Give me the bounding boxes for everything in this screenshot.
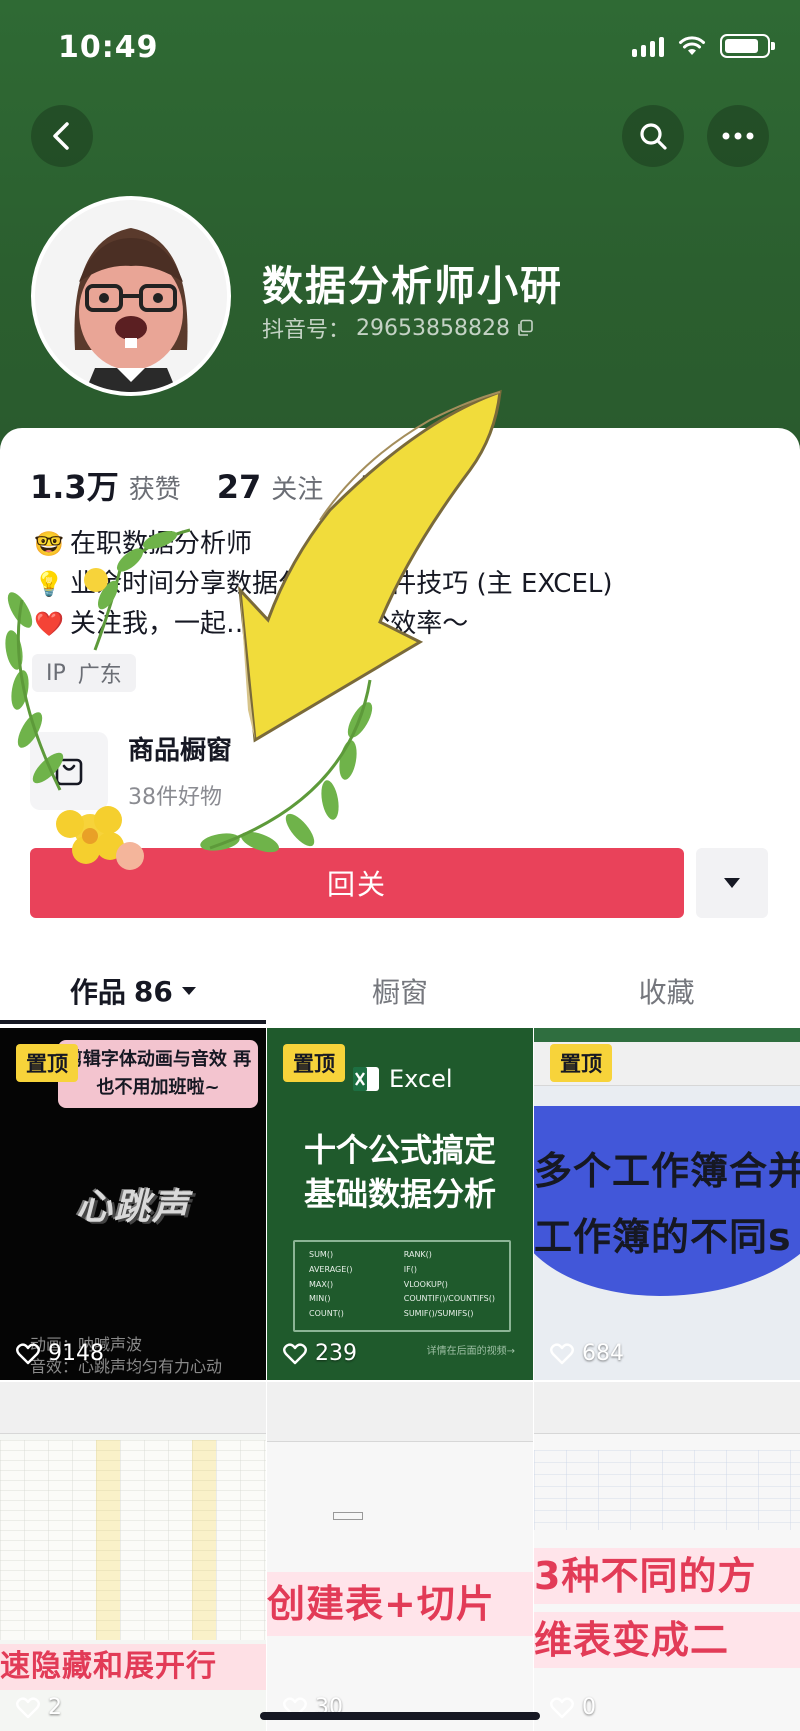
heart-outline-icon (550, 1696, 574, 1718)
tab-active-indicator (0, 1020, 266, 1024)
cellular-signal-icon (632, 35, 664, 57)
likes-count: 684 (582, 1341, 624, 1366)
tab-works[interactable]: 作品 86 (0, 960, 267, 1022)
tab-works-label: 作品 (69, 976, 126, 1009)
video-tile[interactable]: 速隐藏和展开行 2 (0, 1382, 266, 1731)
more-options-button[interactable] (707, 105, 769, 167)
formula-item: SUMIF()/SUMIFS() (403, 1309, 474, 1319)
profile-id: 抖音号： 29653858828 (262, 312, 534, 344)
video-title: 十个公式搞定 基础数据分析 (267, 1128, 533, 1216)
video-likes: 2 (16, 1695, 62, 1720)
profile-tabs: 作品 86 橱窗 收藏 (0, 960, 800, 1022)
video-overlay-text: 3种不同的方 (534, 1548, 800, 1604)
formula-item: VLOOKUP() (403, 1279, 448, 1289)
formula-item: COUNTIF()/COUNTIFS() (403, 1294, 495, 1304)
video-likes: 9148 (16, 1341, 104, 1366)
video-overlay-text: 维表变成二 (534, 1612, 800, 1668)
triangle-down-icon (181, 987, 196, 995)
search-button[interactable] (622, 105, 684, 167)
heart-outline-icon (16, 1342, 40, 1364)
video-title-line: 基础数据分析 (303, 1175, 496, 1213)
formula-item: IF() (403, 1264, 417, 1274)
status-icons (632, 34, 775, 58)
tab-favorites[interactable]: 收藏 (533, 960, 800, 1022)
heart-outline-icon (550, 1342, 574, 1364)
video-overlay-text: 多个工作簿合并 (534, 1149, 800, 1193)
likes-count: 0 (582, 1695, 596, 1720)
home-indicator[interactable] (260, 1712, 540, 1720)
pinned-badge: 置顶 (550, 1044, 612, 1082)
video-tile[interactable]: 置顶 剪辑字体动画与音效 再也不用加班啦~ 心跳声 动画：呐喊声波 音效：心跳声… (0, 1028, 266, 1380)
spreadsheet-titlebar (534, 1028, 800, 1042)
spreadsheet-ribbon (0, 1382, 266, 1434)
formula-list: SUM() RANK() AVERAGE() IF() MAX() VLOOKU… (293, 1240, 511, 1332)
spreadsheet-ribbon (534, 1382, 800, 1434)
video-background-band (534, 1106, 800, 1296)
video-tile[interactable]: 置顶 多个工作簿合并 工作簿的不同s 684 (534, 1028, 800, 1380)
copy-icon[interactable] (516, 319, 534, 337)
video-likes: 684 (550, 1341, 624, 1366)
heart-outline-icon (16, 1696, 40, 1718)
video-likes: 239 (283, 1341, 357, 1366)
profile-id-value: 29653858828 (356, 315, 510, 341)
video-likes: 0 (550, 1695, 596, 1720)
profile-id-label: 抖音号： (262, 318, 351, 343)
excel-label: Excel (389, 1065, 453, 1093)
formula-item: MAX() (309, 1279, 334, 1289)
profile-name: 数据分析师小研 (262, 262, 563, 310)
pinned-badge: 置顶 (283, 1044, 345, 1082)
chevron-left-icon (53, 122, 69, 150)
formula-item: MIN() (309, 1294, 331, 1304)
spreadsheet-shape (333, 1512, 363, 1520)
video-center-text: 心跳声 (75, 1187, 190, 1228)
status-bar: 10:49 (0, 0, 800, 96)
tab-shop-window[interactable]: 橱窗 (267, 960, 534, 1022)
video-tile[interactable]: 置顶 Excel 十个公式搞定 基础数据分析 SUM() RANK() AVER… (267, 1028, 533, 1380)
arrow-wreath-sticker (5, 389, 502, 870)
tab-favorites-label: 收藏 (638, 976, 695, 1009)
recommend-dropdown-button[interactable] (696, 848, 768, 918)
search-icon (640, 123, 667, 150)
more-dots-icon (722, 132, 754, 140)
avatar-image (35, 200, 227, 392)
excel-icon (353, 1067, 379, 1091)
avatar[interactable] (31, 196, 231, 396)
video-tile[interactable]: 创建表+切片 30 (267, 1382, 533, 1731)
status-time: 10:49 (58, 30, 159, 65)
likes-count: 239 (315, 1341, 357, 1366)
video-note: 详情在后面的视频→ (426, 1346, 515, 1357)
formula-item: AVERAGE() (309, 1264, 353, 1274)
pinned-badge: 置顶 (16, 1044, 78, 1082)
video-overlay-text: 创建表+切片 (267, 1572, 533, 1636)
formula-item: COUNT() (309, 1309, 344, 1319)
spreadsheet-ribbon (267, 1382, 533, 1442)
video-tile[interactable]: 3种不同的方 维表变成二 0 (534, 1382, 800, 1731)
spreadsheet-grid (534, 1450, 800, 1530)
battery-level (725, 39, 758, 53)
excel-logo: Excel (351, 1064, 453, 1094)
formula-item: RANK() (403, 1250, 432, 1259)
back-button[interactable] (31, 105, 93, 167)
video-banner-text: 剪辑字体动画与音效 再也不用加班啦~ (58, 1040, 258, 1108)
video-title-line: 十个公式搞定 (303, 1131, 496, 1169)
likes-count: 2 (48, 1695, 62, 1720)
formula-item: SUM() (309, 1250, 334, 1259)
heart-outline-icon (283, 1342, 307, 1364)
likes-count: 9148 (48, 1341, 104, 1366)
battery-icon (720, 34, 775, 58)
video-overlay-text: 速隐藏和展开行 (0, 1644, 266, 1690)
wifi-icon (679, 36, 705, 55)
video-overlay-text: 工作簿的不同s (534, 1215, 792, 1259)
triangle-down-icon (724, 878, 740, 888)
video-grid: 置顶 剪辑字体动画与音效 再也不用加班啦~ 心跳声 动画：呐喊声波 音效：心跳声… (0, 1028, 800, 1731)
tab-works-count: 86 (133, 974, 173, 1008)
tab-shop-window-label: 橱窗 (372, 976, 429, 1009)
spreadsheet-grid (0, 1440, 266, 1640)
